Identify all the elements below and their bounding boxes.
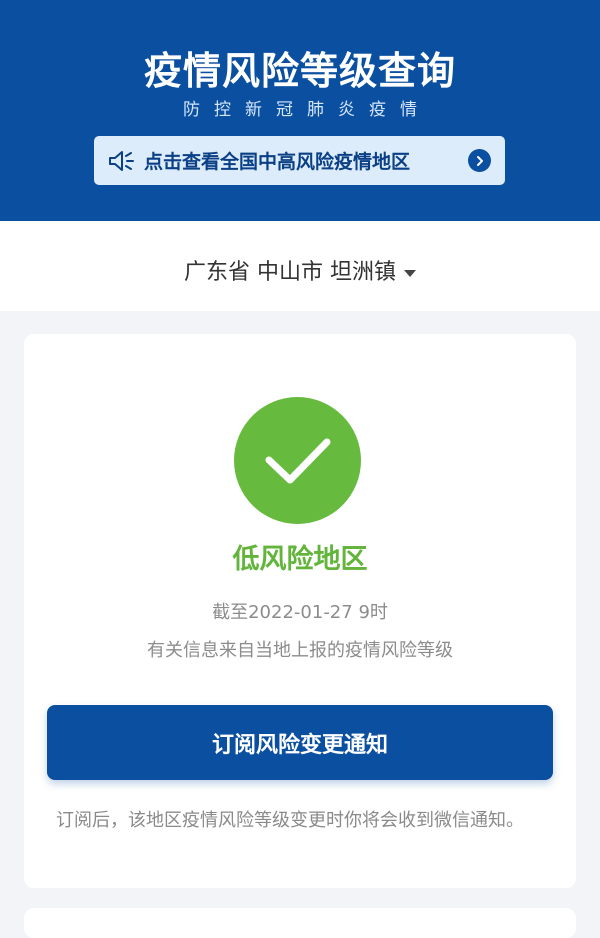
subscribe-button[interactable]: 订阅风险变更通知 — [47, 705, 553, 780]
checkmark-icon — [265, 438, 331, 484]
as-of-timestamp: 截至2022-01-27 9时 — [212, 602, 388, 623]
subscribe-note: 订阅后，该地区疫情风险等级变更时你将会收到微信通知。 — [56, 810, 524, 831]
page-title: 疫情风险等级查询 — [143, 49, 456, 93]
location-selector[interactable]: 广东省 中山市 坦洲镇 — [0, 254, 600, 286]
risk-result-card: 低风险地区 截至2022-01-27 9时 有关信息来自当地上报的疫情风险等级 … — [24, 334, 576, 888]
location-bar: 广东省 中山市 坦洲镇 — [0, 221, 600, 311]
location-text: 广东省 中山市 坦洲镇 — [184, 260, 396, 285]
high-risk-areas-banner[interactable]: 点击查看全国中高风险疫情地区 — [94, 136, 505, 185]
header: 疫情风险等级查询 防控新冠肺炎疫情 点击查看全国中高风险疫情地区 — [0, 0, 600, 221]
chevron-right-circle-icon — [468, 149, 491, 172]
page-subtitle: 防控新冠肺炎疫情 — [183, 100, 431, 120]
status-badge — [234, 397, 361, 524]
banner-text: 点击查看全国中高风险疫情地区 — [144, 151, 411, 173]
risk-level-text: 低风险地区 — [232, 544, 368, 575]
next-card — [24, 908, 576, 938]
info-source-text: 有关信息来自当地上报的疫情风险等级 — [147, 640, 453, 661]
megaphone-icon — [109, 150, 134, 171]
caret-down-icon — [404, 269, 416, 277]
